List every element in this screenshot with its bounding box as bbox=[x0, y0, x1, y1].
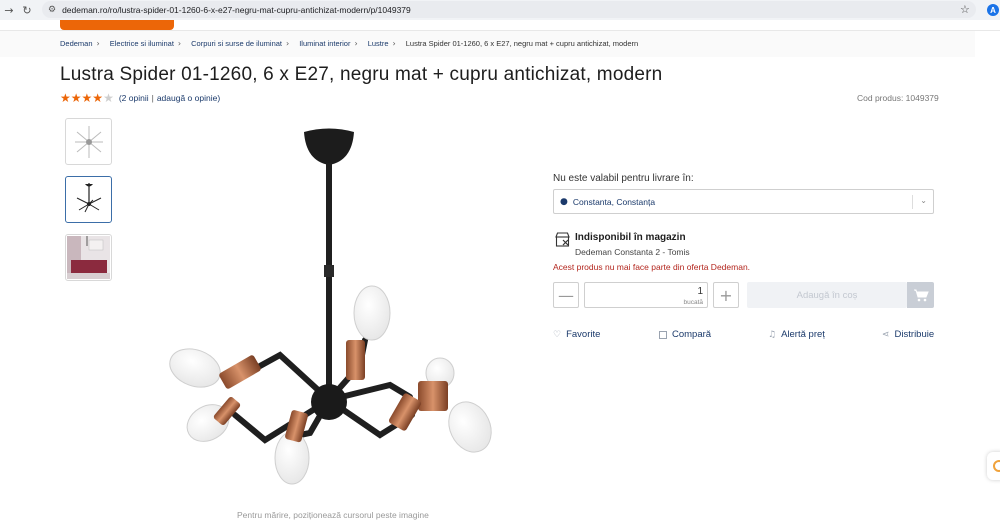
share-button[interactable]: ⋖ Distribuie bbox=[882, 329, 934, 340]
quantity-increase-button[interactable]: + bbox=[713, 282, 739, 308]
chevron-right-icon: › bbox=[392, 39, 396, 48]
chat-widget-icon bbox=[993, 460, 1000, 472]
star-icon: ★ bbox=[103, 91, 114, 105]
back-icon[interactable]: → bbox=[0, 0, 18, 20]
quantity-input[interactable]: 1 bucată bbox=[584, 282, 708, 308]
chevron-right-icon: › bbox=[96, 39, 100, 48]
reviews-link[interactable]: (2 opinii bbox=[119, 93, 149, 103]
chat-widget[interactable] bbox=[987, 452, 1000, 480]
quantity-decrease-button[interactable]: — bbox=[553, 282, 579, 308]
share-icon: ⋖ bbox=[882, 329, 890, 340]
breadcrumb: Dedeman › Electrice si iluminat › Corpur… bbox=[60, 39, 642, 48]
compare-label: Compară bbox=[672, 329, 712, 340]
rating-separator: | bbox=[151, 93, 154, 103]
cart-icon[interactable] bbox=[907, 282, 934, 308]
compare-button[interactable]: Compară bbox=[659, 329, 711, 340]
breadcrumb-link-lustre[interactable]: Lustre bbox=[368, 39, 389, 48]
quantity-unit: bucată bbox=[683, 299, 703, 306]
favorite-label: Favorite bbox=[566, 329, 601, 340]
room-photo-thumbnail bbox=[67, 236, 110, 279]
breadcrumb-current: Lustra Spider 01-1260, 6 x E27, negru ma… bbox=[405, 39, 639, 48]
quantity-value: 1 bbox=[697, 286, 703, 297]
product-code: Cod produs: 1049379 bbox=[857, 93, 939, 103]
gallery-thumbnail-3[interactable] bbox=[65, 234, 112, 281]
profile-avatar[interactable]: A bbox=[987, 4, 999, 16]
store-name[interactable]: Dedeman Constanta 2 - Tomis bbox=[575, 247, 690, 257]
rating-stars[interactable]: ★ ★ ★ ★ ★ bbox=[60, 92, 114, 104]
product-main-image[interactable] bbox=[140, 115, 520, 510]
price-alert-button[interactable]: ♫ Alertă preț bbox=[768, 329, 825, 340]
gallery-thumbnail-1[interactable] bbox=[65, 118, 112, 165]
star-icon: ★ bbox=[81, 91, 93, 105]
select-divider bbox=[912, 195, 913, 209]
add-review-link[interactable]: adaugă o opinie) bbox=[157, 93, 220, 103]
breadcrumb-link-dedeman[interactable]: Dedeman bbox=[60, 39, 93, 48]
add-to-cart-button[interactable]: Adaugă în coș bbox=[747, 282, 907, 308]
reload-icon[interactable]: ↻ bbox=[18, 0, 36, 20]
share-label: Distribuie bbox=[894, 329, 935, 340]
bookmark-star-icon[interactable]: ☆ bbox=[960, 3, 970, 16]
site-header-accent bbox=[60, 20, 174, 30]
compare-checkbox[interactable] bbox=[659, 330, 667, 339]
lamp-thumbnail-icon bbox=[74, 125, 103, 158]
star-icon: ★ bbox=[60, 91, 71, 105]
chevron-right-icon: › bbox=[177, 39, 182, 48]
address-bar[interactable]: ⚙ dedeman.ro/ro/lustra-spider-01-1260-6-… bbox=[42, 1, 976, 18]
availability-status: Indisponibil în magazin bbox=[575, 232, 686, 243]
location-pin-icon: ● bbox=[560, 196, 568, 207]
site-info-icon[interactable]: ⚙ bbox=[48, 5, 56, 15]
chevron-right-icon: › bbox=[286, 39, 290, 48]
store-unavailable-icon bbox=[555, 232, 570, 247]
chevron-right-icon: › bbox=[354, 39, 358, 48]
url-text: dedeman.ro/ro/lustra-spider-01-1260-6-x-… bbox=[62, 4, 411, 15]
gallery-thumbnail-2[interactable] bbox=[65, 176, 112, 223]
discontinued-notice: Acest produs nu mai face parte din ofert… bbox=[553, 262, 751, 272]
star-icon: ★ bbox=[70, 91, 82, 105]
location-select[interactable]: ● Constanta, Constanța ⌄ bbox=[553, 189, 934, 214]
favorite-button[interactable]: ♡ Favorite bbox=[553, 329, 600, 340]
zoom-hint: Pentru mărire, poziționează cursorul pes… bbox=[237, 510, 429, 520]
star-icon: ★ bbox=[92, 91, 104, 105]
breadcrumb-link-iluminat-interior[interactable]: Iluminat interior bbox=[299, 39, 350, 48]
heart-icon: ♡ bbox=[553, 329, 562, 340]
delivery-label: Nu este valabil pentru livrare în: bbox=[553, 173, 694, 184]
location-value: Constanta, Constanța bbox=[572, 196, 656, 207]
page-title: Lustra Spider 01-1260, 6 x E27, negru ma… bbox=[60, 64, 663, 85]
breadcrumb-link-electrice[interactable]: Electrice si iluminat bbox=[110, 39, 174, 48]
breadcrumb-link-corpuri[interactable]: Corpuri si surse de iluminat bbox=[191, 39, 282, 48]
chandelier-thumbnail-icon bbox=[76, 182, 101, 212]
price-alert-label: Alertă preț bbox=[781, 329, 825, 340]
bell-icon: ♫ bbox=[768, 329, 777, 340]
product-rating: ★ ★ ★ ★ ★ (2 opinii | adaugă o opinie) bbox=[60, 92, 220, 104]
chevron-down-icon[interactable]: ⌄ bbox=[920, 196, 927, 205]
cart-glyph bbox=[913, 289, 929, 302]
